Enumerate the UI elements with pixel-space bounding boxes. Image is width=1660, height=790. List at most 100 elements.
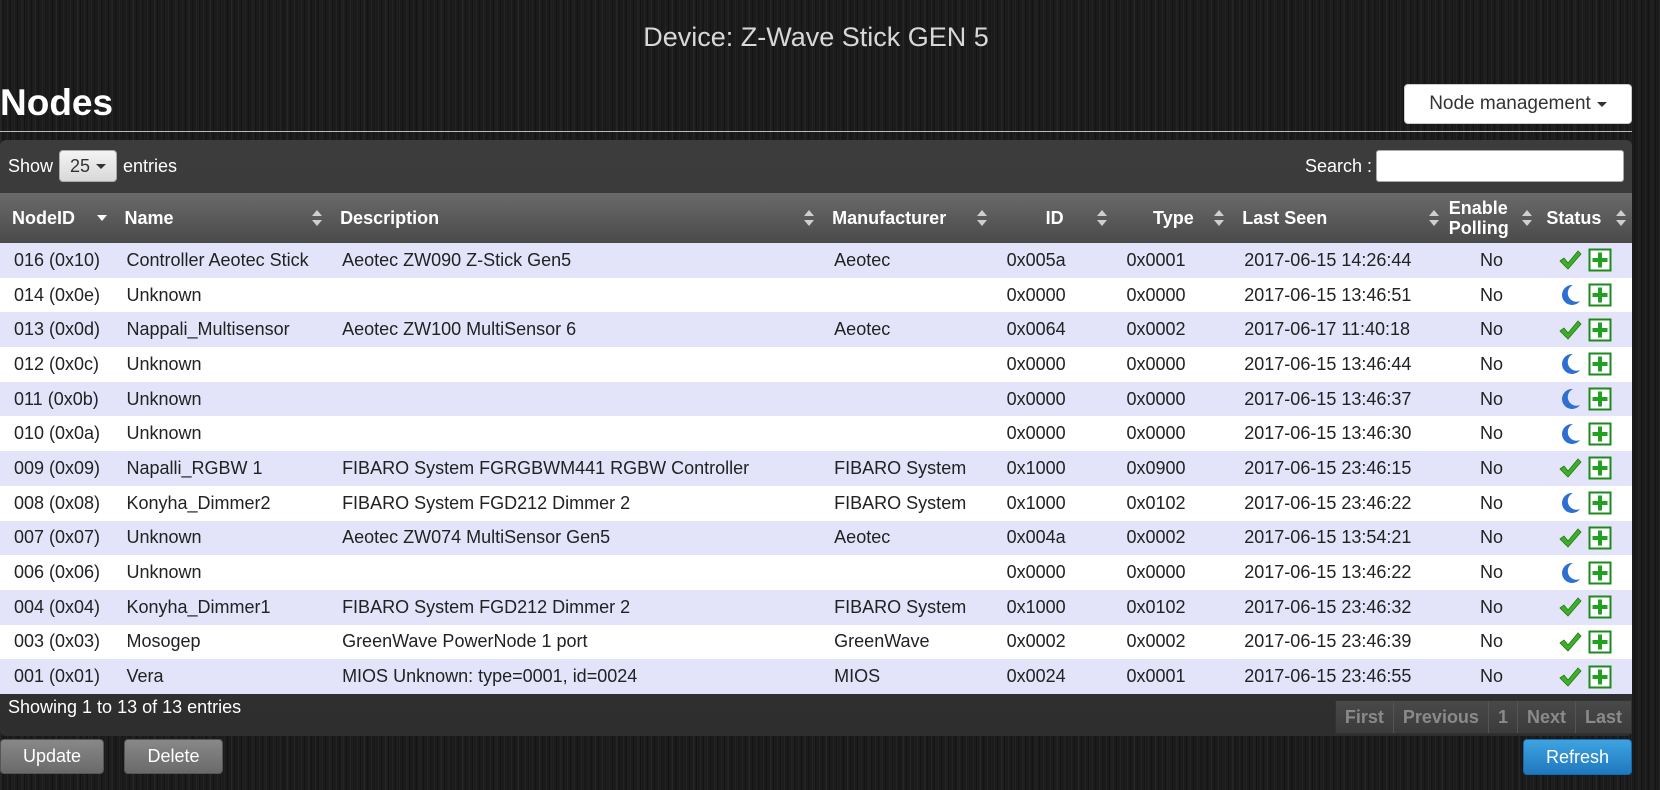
name-cell: Napalli_RGBW 1 <box>112 451 329 486</box>
node-management-label: Node management <box>1429 93 1591 114</box>
moon-icon <box>1558 352 1582 376</box>
plus-icon[interactable] <box>1588 630 1612 654</box>
id-cell: 0x0000 <box>992 416 1113 452</box>
last-seen-cell: 2017-06-15 23:46:55 <box>1230 659 1445 694</box>
status-cell <box>1538 451 1632 486</box>
column-header-label: ID <box>1045 208 1064 228</box>
polling-cell: No <box>1444 243 1539 278</box>
table-row[interactable]: 012 (0x0c) Unknown 0x0000 0x0000 2017-06-15 … <box>0 347 1632 382</box>
type-cell: 0x0000 <box>1112 277 1231 313</box>
name-cell: Mosogep <box>112 624 329 660</box>
table-row[interactable]: 013 (0x0d) Nappali_Multisensor Aeotec ZW10… <box>0 312 1632 348</box>
plus-icon[interactable] <box>1588 387 1612 411</box>
pagination-last[interactable]: Last <box>1574 701 1631 733</box>
last-seen-cell: 2017-06-15 13:54:21 <box>1230 520 1445 556</box>
type-cell: 0x0000 <box>1112 347 1231 382</box>
name-cell: Vera <box>112 659 329 694</box>
plus-icon[interactable] <box>1588 526 1612 550</box>
table-row[interactable]: 007 (0x07) Unknown Aeotec ZW074 MultiSenso… <box>0 520 1632 556</box>
pagination-first[interactable]: First <box>1336 701 1393 733</box>
table-row[interactable]: 009 (0x09) Napalli_RGBW 1 FIBARO System FG… <box>0 451 1632 486</box>
polling-cell: No <box>1444 277 1539 313</box>
plus-icon[interactable] <box>1588 352 1612 376</box>
checkmark-icon <box>1558 248 1582 272</box>
description-cell: FIBARO System FGRGBWM441 RGBW Controller <box>328 451 821 486</box>
sort-icon <box>312 210 323 226</box>
plus-icon[interactable] <box>1588 248 1612 272</box>
column-header-status[interactable]: Status <box>1538 193 1632 243</box>
column-header-enable-polling[interactable]: Enable Polling <box>1444 193 1539 243</box>
column-header-manufacturer[interactable]: Manufacturer <box>820 193 993 243</box>
type-cell: 0x0000 <box>1112 555 1231 590</box>
column-header-id[interactable]: ID <box>992 193 1113 243</box>
name-cell: Unknown <box>112 520 329 556</box>
type-cell: 0x0001 <box>1112 243 1231 278</box>
column-header-name[interactable]: Name <box>112 193 329 243</box>
table-row[interactable]: 003 (0x03) Mosogep GreenWave PowerNode 1 p… <box>0 624 1632 660</box>
pagination-previous[interactable]: Previous <box>1392 701 1488 733</box>
page-length-select[interactable]: 25 <box>59 150 118 182</box>
table-row[interactable]: 016 (0x10) Controller Aeotec Stick Aeotec … <box>0 243 1632 278</box>
device-title: Device: Z-Wave Stick GEN 5 <box>643 22 989 52</box>
type-cell: 0x0002 <box>1112 520 1231 556</box>
column-header-label: Manufacturer <box>832 208 947 228</box>
plus-icon[interactable] <box>1588 318 1612 342</box>
update-button[interactable]: Update <box>0 739 104 774</box>
plus-icon[interactable] <box>1588 283 1612 307</box>
pagination-next[interactable]: Next <box>1516 701 1575 733</box>
type-cell: 0x0002 <box>1112 312 1231 348</box>
plus-icon[interactable] <box>1588 491 1612 515</box>
column-header-last-seen[interactable]: Last Seen <box>1230 193 1445 243</box>
plus-icon[interactable] <box>1588 422 1612 446</box>
sort-desc-icon <box>96 210 107 226</box>
manufacturer-cell: Aeotec <box>820 243 993 278</box>
plus-icon[interactable] <box>1588 561 1612 585</box>
table-row[interactable]: 011 (0x0b) Unknown 0x0000 0x0000 2017-06-15 … <box>0 381 1632 417</box>
caret-down-icon <box>96 163 107 169</box>
column-header-label: Status <box>1546 208 1602 228</box>
id-cell: 0x1000 <box>992 451 1113 486</box>
table-row[interactable]: 008 (0x08) Konyha_Dimmer2 FIBARO System FG… <box>0 485 1632 521</box>
plus-icon[interactable] <box>1588 456 1612 480</box>
description-cell: Aeotec ZW090 Z-Stick Gen5 <box>328 243 821 278</box>
polling-cell: No <box>1444 659 1539 694</box>
plus-icon[interactable] <box>1588 595 1612 619</box>
checkmark-icon <box>1558 456 1582 480</box>
column-header-label: Enable Polling <box>1448 198 1509 238</box>
table-row[interactable]: 010 (0x0a) Unknown 0x0000 0x0000 2017-06-15 … <box>0 416 1632 452</box>
column-header-nodeid[interactable]: NodeID <box>0 193 113 243</box>
node-management-dropdown[interactable]: Node management <box>1404 84 1632 124</box>
nodes-table: NodeID Name Description Manufacturer ID … <box>0 193 1632 694</box>
search-input[interactable] <box>1376 150 1624 182</box>
manufacturer-cell <box>820 347 993 382</box>
last-seen-cell: 2017-06-15 14:26:44 <box>1230 243 1445 278</box>
status-cell <box>1538 381 1632 417</box>
table-row[interactable]: 006 (0x06) Unknown 0x0000 0x0000 2017-06-15 … <box>0 555 1632 590</box>
manufacturer-cell: FIBARO System <box>820 451 993 486</box>
table-row[interactable]: 004 (0x04) Konyha_Dimmer1 FIBARO System FG… <box>0 589 1632 625</box>
status-cell <box>1538 416 1632 452</box>
column-header-type[interactable]: Type <box>1112 193 1231 243</box>
type-cell: 0x0900 <box>1112 451 1231 486</box>
sort-icon <box>1428 210 1439 226</box>
page-length-control: Show 25 entries <box>8 150 177 182</box>
type-cell: 0x0001 <box>1112 659 1231 694</box>
nodeid-cell: 016 (0x10) <box>0 243 113 278</box>
pagination-page-1[interactable]: 1 <box>1487 701 1517 733</box>
caret-down-icon <box>1596 101 1607 107</box>
refresh-button[interactable]: Refresh <box>1523 739 1632 775</box>
description-cell <box>328 555 821 590</box>
show-label: Show <box>8 155 54 176</box>
id-cell: 0x0000 <box>992 277 1113 313</box>
column-header-description[interactable]: Description <box>328 193 821 243</box>
nodeid-cell: 004 (0x04) <box>0 589 113 625</box>
checkmark-icon <box>1558 318 1582 342</box>
polling-cell: No <box>1444 381 1539 417</box>
table-row[interactable]: 014 (0x0e) Unknown 0x0000 0x0000 2017-06-15 … <box>0 277 1632 313</box>
search-label: Search : <box>1304 155 1372 176</box>
checkmark-icon <box>1558 526 1582 550</box>
moon-icon <box>1558 387 1582 411</box>
plus-icon[interactable] <box>1588 665 1612 689</box>
table-row[interactable]: 001 (0x01) Vera MIOS Unknown: type=0001, i… <box>0 659 1632 694</box>
delete-button[interactable]: Delete <box>124 739 223 774</box>
